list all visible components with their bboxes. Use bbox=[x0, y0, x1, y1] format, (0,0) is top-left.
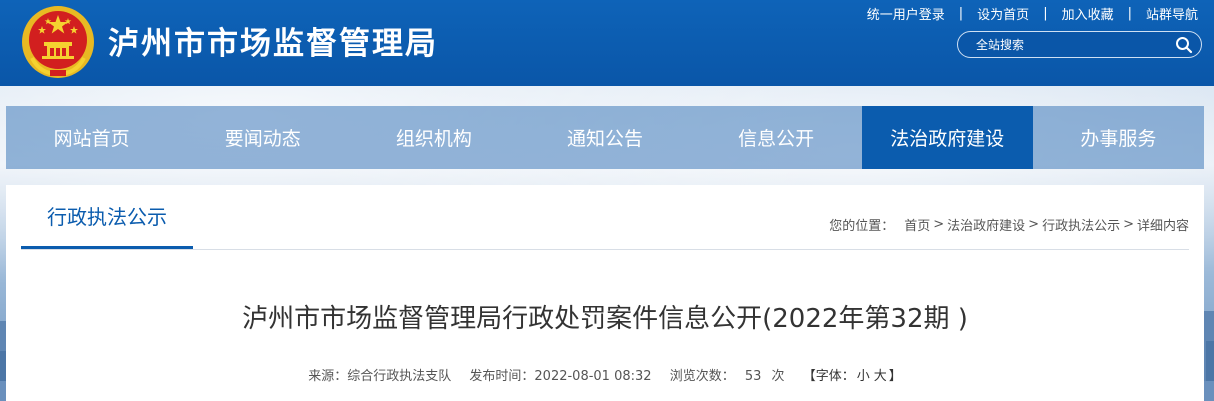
article-title: 泸州市市场监督管理局行政处罚案件信息公开(2022年第32期 ) bbox=[242, 304, 968, 334]
breadcrumb-arrow: > bbox=[1028, 217, 1040, 232]
site-title: 泸州市市场监督管理局 bbox=[108, 26, 438, 62]
font-size-close: 】 bbox=[888, 369, 902, 384]
breadcrumb-prefix: 您的位置： bbox=[829, 219, 895, 234]
login-link[interactable]: 统一用户登录 bbox=[867, 4, 945, 23]
font-size-open: 【字体： bbox=[802, 369, 855, 384]
breadcrumb-arrow: > bbox=[933, 217, 945, 232]
content-panel: 行政执法公示 您的位置： 首页 > 法治政府建设 > 行政执法公示 > 详细内容… bbox=[6, 185, 1204, 401]
top-links: 统一用户登录 | 设为首页 | 加入收藏 | 站群导航 bbox=[867, 4, 1198, 23]
views-label: 浏览次数： bbox=[669, 369, 735, 384]
breadcrumb-enforcement[interactable]: 行政执法公示 bbox=[1042, 215, 1120, 234]
add-favorite-link[interactable]: 加入收藏 bbox=[1062, 4, 1114, 23]
breadcrumb-arrow: > bbox=[1123, 217, 1134, 232]
nav-item-home[interactable]: 网站首页 bbox=[6, 106, 177, 169]
main-nav: 网站首页 要闻动态 组织机构 通知公告 信息公开 法治政府建设 办事服务 bbox=[6, 106, 1204, 169]
source-value: 综合行政执法支队 bbox=[347, 369, 452, 384]
link-separator: | bbox=[958, 5, 964, 21]
nav-item-info-disclosure[interactable]: 信息公开 bbox=[691, 106, 862, 169]
section-title: 行政执法公示 bbox=[21, 185, 193, 249]
nav-item-notices[interactable]: 通知公告 bbox=[519, 106, 690, 169]
source-label: 来源： bbox=[308, 369, 348, 384]
site-group-nav-link[interactable]: 站群导航 bbox=[1146, 4, 1198, 23]
search-input[interactable] bbox=[976, 37, 1175, 52]
breadcrumb-home[interactable]: 首页 bbox=[904, 215, 930, 234]
header-bar: 泸州市市场监督管理局 统一用户登录 | 设为首页 | 加入收藏 | 站群导航 bbox=[0, 0, 1214, 86]
breadcrumb-current: 详细内容 bbox=[1136, 219, 1189, 234]
nav-item-news[interactable]: 要闻动态 bbox=[177, 106, 348, 169]
breadcrumb: 您的位置： 首页 > 法治政府建设 > 行政执法公示 > 详细内容 bbox=[829, 215, 1189, 234]
search-box bbox=[957, 31, 1202, 58]
font-small-button[interactable]: 小 bbox=[857, 365, 870, 384]
time-label: 发布时间： bbox=[469, 369, 535, 384]
time-value: 2022-08-01 08:32 bbox=[534, 369, 652, 384]
nav-item-rule-of-law[interactable]: 法治政府建设 bbox=[861, 106, 1033, 169]
font-large-button[interactable]: 大 bbox=[874, 365, 887, 384]
article-meta: 来源：综合行政执法支队 发布时间：2022-08-01 08:32 浏览次数： … bbox=[6, 365, 1204, 384]
national-emblem-icon bbox=[22, 6, 94, 78]
nav-item-organization[interactable]: 组织机构 bbox=[348, 106, 519, 169]
views-unit: 次 bbox=[771, 369, 785, 384]
breadcrumb-rule-of-law[interactable]: 法治政府建设 bbox=[947, 215, 1025, 234]
link-separator: | bbox=[1043, 5, 1048, 21]
link-separator: | bbox=[1127, 5, 1132, 21]
search-icon[interactable] bbox=[1175, 36, 1193, 54]
nav-item-services[interactable]: 办事服务 bbox=[1033, 106, 1204, 169]
section-divider bbox=[21, 249, 1189, 250]
set-homepage-link[interactable]: 设为首页 bbox=[977, 4, 1029, 23]
views-count: 53 bbox=[744, 369, 762, 384]
